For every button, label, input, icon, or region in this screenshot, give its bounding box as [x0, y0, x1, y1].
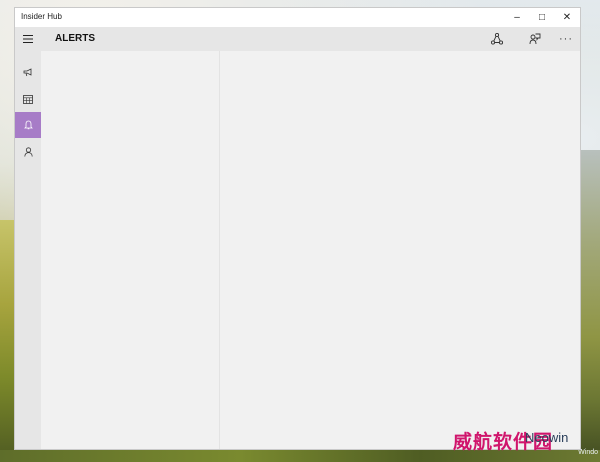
pane-divider: [219, 51, 220, 449]
nav-item-profile[interactable]: [15, 139, 41, 165]
megaphone-icon: [23, 67, 32, 76]
alerts-content: [41, 51, 580, 449]
feedback-icon: [529, 33, 541, 45]
wallpaper-right-hill: [580, 150, 600, 462]
nav-pane: [15, 51, 41, 449]
minimize-button[interactable]: –: [504, 8, 530, 27]
site-watermark: 威航软件园 Neowin: [453, 427, 593, 457]
watermark-en: Neowin: [525, 430, 569, 445]
nav-item-schedule[interactable]: [15, 86, 41, 112]
hamburger-menu-button[interactable]: [15, 27, 41, 51]
maximize-button[interactable]: □: [529, 8, 555, 27]
window-title: Insider Hub: [21, 12, 62, 21]
nav-item-announcements[interactable]: [15, 59, 41, 85]
share-button[interactable]: [483, 27, 511, 51]
share-icon: [491, 33, 503, 45]
title-bar[interactable]: Insider Hub – □ ✕: [15, 8, 580, 27]
app-header: ALERTS ···: [15, 27, 580, 51]
bell-icon: [23, 120, 33, 130]
hamburger-icon: [23, 35, 33, 43]
wallpaper-left-hill: [0, 220, 14, 462]
feedback-button[interactable]: [521, 27, 549, 51]
app-window: Insider Hub – □ ✕ ALERTS ···: [14, 7, 581, 450]
page-title: ALERTS: [55, 33, 95, 44]
close-button[interactable]: ✕: [554, 8, 580, 27]
more-options-button[interactable]: ···: [552, 27, 580, 51]
nav-item-alerts[interactable]: [15, 112, 41, 138]
person-icon: [23, 147, 33, 157]
calendar-icon: [23, 94, 33, 104]
